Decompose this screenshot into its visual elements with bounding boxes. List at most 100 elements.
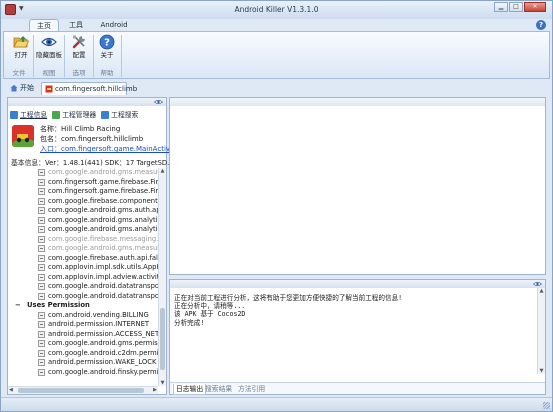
app-entry-link[interactable]: 入口：com.fingersoft.game.MainActivi... [40,144,179,154]
svg-text:?: ? [104,38,110,49]
tab-project[interactable]: com.fingersoft.hillclimb [41,82,137,95]
tree-item[interactable]: com.google.android.datatranspor [8,282,158,292]
log-tab-bar: 日志输出 搜索结果 方法引用 [170,382,545,395]
file-icon [38,188,45,195]
app-info: 名称：Hill Climb Racing 包名：com.fingersoft.h… [11,123,179,157]
file-icon [38,216,45,224]
hide-panel-button[interactable]: 隐藏面板 [36,34,62,68]
document-tab-bar: 开始 com.fingersoft.hillclimb [3,81,550,95]
permission-item[interactable]: com.android.vending.BILLING [8,311,158,321]
collapse-icon[interactable]: − [15,301,21,311]
hill-climb-car-icon [12,125,34,147]
tree-item[interactable]: com.google.android.datatranspor [8,292,158,302]
tab-start[interactable]: 开始 [7,82,39,95]
tab-method-references[interactable]: 方法引用 [238,384,265,394]
file-icon [38,292,45,300]
tree-item[interactable]: com.google.android.gms.analytics [8,225,158,235]
tree-group-permissions[interactable]: − Uses Permission [8,301,158,311]
file-icon [38,273,45,281]
minimize-button[interactable]: ▁ [494,2,508,12]
window-title: Android Killer V1.3.1.0 [234,5,319,14]
eye-icon [41,37,57,47]
close-button[interactable]: ✕ [524,2,546,12]
scroll-thumb[interactable] [18,388,144,393]
folder-open-icon [13,36,29,48]
ribbon-separator [33,35,34,77]
tab-home[interactable]: 主页 [29,19,59,31]
file-icon [38,235,45,243]
file-icon [38,359,45,366]
group-label-help: 帮助 [100,69,114,77]
tree-vertical-scrollbar[interactable]: ▲ ▼ [158,168,166,386]
file-icon [38,330,45,338]
permission-item[interactable]: com.google.android.c2dm.permiss [8,349,158,359]
permission-item[interactable]: android.permission.ACCESS_NETW [8,330,158,340]
status-bar [1,397,552,411]
tab-project-search-label: 工程搜索 [111,111,139,119]
permission-item[interactable]: android.permission.WAKE_LOCK [8,358,158,368]
tab-tools[interactable]: 工具 [61,19,91,31]
tree-item[interactable]: com.google.android.gms.measure [8,168,158,178]
tab-search-results[interactable]: 搜索结果 [205,384,232,394]
panel-eye-icon[interactable] [533,281,542,287]
tree-item[interactable]: com.applovin.impl.sdk.utils.AppKil [8,263,158,273]
manifest-tree: com.google.android.gms.measure com.finge… [8,168,158,386]
permission-item[interactable]: com.google.android.finsky.permis [8,368,158,378]
scroll-right-icon[interactable]: ▶ [153,387,157,393]
maximize-button[interactable]: □ [509,2,523,12]
permission-item[interactable]: com.google.android.gms.permissi [8,339,158,349]
manager-icon [52,111,61,119]
app-package: 包名：com.fingersoft.hillclimb [40,135,144,143]
log-line: 该 APK 基于 Cocos2D [174,310,246,319]
editor-area[interactable] [169,97,546,275]
config-button[interactable]: 配置 [66,34,92,68]
about-button-label: 关于 [100,51,114,59]
open-button-label: 打开 [14,51,28,59]
resize-grip-icon[interactable] [543,402,550,409]
tree-item[interactable]: com.google.android.gms.analytics [8,216,158,226]
tree-item[interactable]: com.applovin.impl.adview.activity.F [8,273,158,283]
scroll-down-icon[interactable]: ▼ [538,368,545,374]
tree-item[interactable]: com.google.firebase.auth.api.fallb [8,254,158,264]
ribbon-panel: 打开 隐藏面板 配置 ? 关于 文件 视图 选项 帮助 [3,31,550,79]
scroll-down-icon[interactable]: ▼ [159,380,166,386]
hide-panel-button-label: 隐藏面板 [36,51,62,59]
tree-item[interactable]: com.fingersoft.game.firebase.Firel [8,178,158,188]
open-button[interactable]: 打开 [8,34,34,68]
tree-item[interactable]: com.google.firebase.messaging.Fi [8,235,158,245]
tab-project-manager[interactable]: 工程管理器 [52,109,96,121]
scroll-up-icon[interactable]: ▲ [538,288,545,294]
file-icon [38,368,45,376]
title-bar: ▼ Android Killer V1.3.1.0 ▁ □ ✕ [1,1,552,19]
log-vertical-scrollbar[interactable]: ▲ ▼ [537,288,545,374]
config-button-label: 配置 [72,51,86,59]
tab-android[interactable]: Android [95,19,133,31]
search-icon [101,111,110,119]
file-icon [38,264,45,271]
log-panel: 正在对当前工程进行分析，这将有助于您更加方便快捷的了解当前工程的信息! 正在分析中… [169,279,546,395]
panel-eye-icon[interactable] [154,99,163,105]
tree-horizontal-scrollbar[interactable]: ◀ ▶ [8,386,158,394]
tab-project-info[interactable]: 工程信息 [10,109,47,121]
help-icon[interactable]: ? [536,20,546,30]
app-window: ▼ Android Killer V1.3.1.0 ▁ □ ✕ 主页 工具 An… [0,0,553,412]
log-line: 分析完成! [174,318,205,327]
tree-item[interactable]: com.fingersoft.game.firebase.Firel [8,187,158,197]
tree-item[interactable]: com.google.android.gms.auth.api. [8,206,158,216]
file-icon [38,349,45,357]
log-header [170,280,545,288]
scroll-left-icon[interactable]: ◀ [9,387,13,393]
panel-tab-bar: 工程信息 工程管理器 工程搜索 [10,109,143,121]
about-button[interactable]: ? 关于 [94,34,120,68]
tab-project-search[interactable]: 工程搜索 [101,109,138,121]
scroll-up-icon[interactable]: ▲ [159,168,166,174]
scroll-thumb[interactable] [160,308,165,370]
tab-log-output[interactable]: 日志输出 [173,384,207,395]
group-label-options: 选项 [72,69,86,77]
tree-item[interactable]: com.google.firebase.components. [8,197,158,207]
tree-item[interactable]: com.google.android.gms.measure [8,244,158,254]
permission-item[interactable]: android.permission.INTERNET [8,320,158,330]
about-help-icon: ? [99,34,115,50]
file-icon [38,254,45,262]
file-icon [38,178,45,186]
